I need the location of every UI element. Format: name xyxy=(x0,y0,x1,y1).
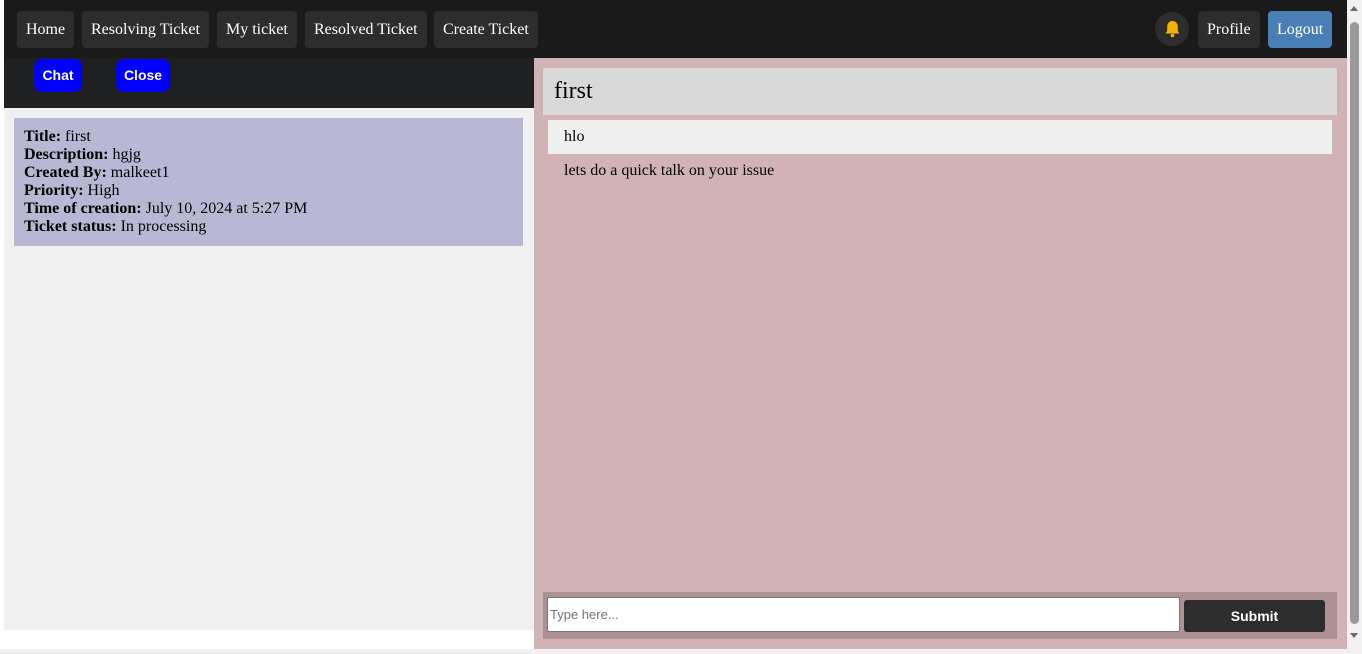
ticket-description-label: Description: xyxy=(24,146,109,163)
ticket-description-row: Description: hgjg xyxy=(24,146,513,164)
notification-button[interactable] xyxy=(1155,12,1189,46)
scrollbar-thumb[interactable] xyxy=(1350,22,1359,624)
scroll-up-icon[interactable] xyxy=(1350,6,1358,11)
chat-message: lets do a quick talk on your issue xyxy=(564,162,775,179)
ticket-title-row: Title: first xyxy=(24,128,513,146)
close-ticket-button[interactable]: Close xyxy=(116,59,170,92)
profile-button[interactable]: Profile xyxy=(1198,11,1260,48)
chat-message: hlo xyxy=(548,120,1332,154)
ticket-description-value: hgjg xyxy=(112,146,141,163)
ticket-time-value: July 10, 2024 at 5:27 PM xyxy=(145,200,308,217)
chat-title: first xyxy=(543,68,1337,115)
submit-button[interactable]: Submit xyxy=(1184,600,1325,632)
ticket-actions-bar xyxy=(4,58,534,108)
page-scrollbar[interactable] xyxy=(1347,0,1362,654)
chat-button[interactable]: Chat xyxy=(34,59,82,92)
ticket-created-by-label: Created By: xyxy=(24,164,107,181)
ticket-status-label: Ticket status: xyxy=(24,218,117,235)
logout-button[interactable]: Logout xyxy=(1268,11,1333,48)
nav-create-ticket-button[interactable]: Create Ticket xyxy=(434,11,538,48)
ticket-time-row: Time of creation: July 10, 2024 at 5:27 … xyxy=(24,200,513,218)
nav-my-ticket-button[interactable]: My ticket xyxy=(217,11,297,48)
scroll-down-icon[interactable] xyxy=(1350,633,1358,638)
nav-resolved-ticket-button[interactable]: Resolved Ticket xyxy=(305,11,427,48)
ticket-status-value: In processing xyxy=(120,218,207,235)
nav-resolving-ticket-button[interactable]: Resolving Ticket xyxy=(82,11,209,48)
chat-message-input[interactable] xyxy=(547,597,1180,632)
nav-home-button[interactable]: Home xyxy=(17,11,75,48)
ticket-title-label: Title: xyxy=(24,128,62,145)
ticket-card: Title: first Description: hgjg Created B… xyxy=(14,118,523,246)
bell-icon xyxy=(1165,21,1180,38)
ticket-status-row: Ticket status: In processing xyxy=(24,218,513,236)
bottom-strip xyxy=(0,649,1347,654)
ticket-priority-value: High xyxy=(87,182,120,199)
ticket-created-by-value: malkeet1 xyxy=(110,164,170,181)
ticket-time-label: Time of creation: xyxy=(24,200,142,217)
ticket-created-by-row: Created By: malkeet1 xyxy=(24,164,513,182)
ticket-priority-label: Priority: xyxy=(24,182,84,199)
ticket-priority-row: Priority: High xyxy=(24,182,513,200)
ticket-title-value: first xyxy=(65,128,91,145)
